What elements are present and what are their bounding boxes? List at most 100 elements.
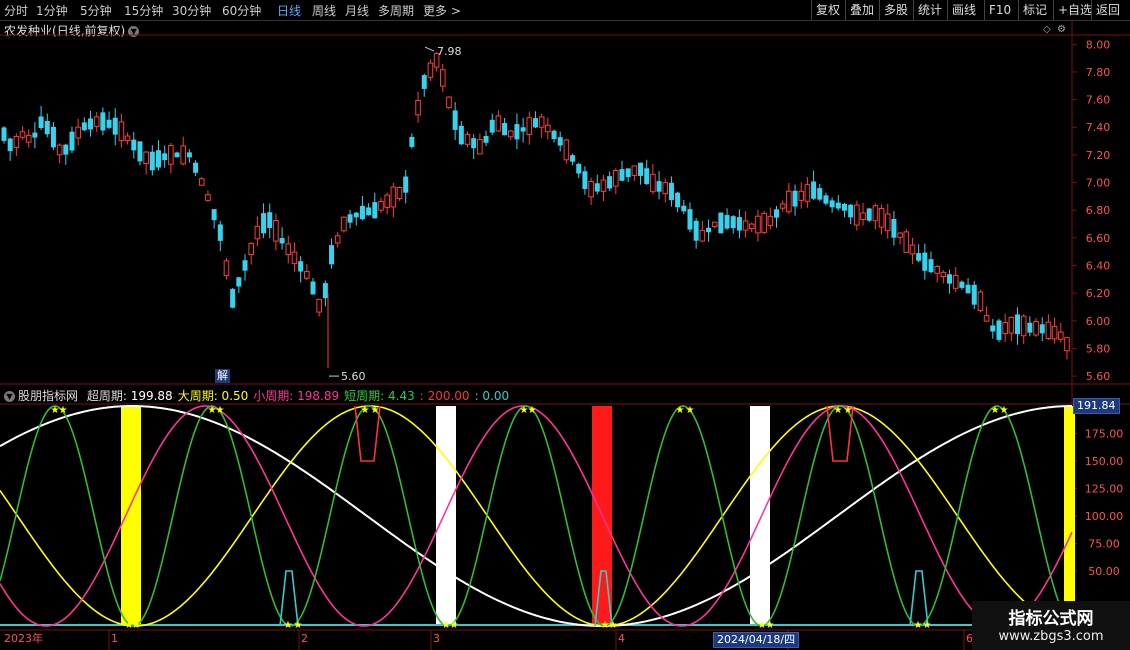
star-icon: ★	[294, 620, 303, 631]
indicator-param-5: : 0.00	[474, 389, 510, 403]
candle-up	[538, 116, 545, 128]
candle-down	[483, 136, 489, 143]
small-cycle-line	[0, 405, 1073, 627]
candle-down	[471, 138, 477, 149]
candle-down	[841, 203, 847, 211]
candle-up	[1057, 331, 1064, 340]
candle-up	[198, 178, 205, 186]
candle-down	[81, 122, 87, 131]
candle-down	[106, 119, 112, 128]
candle-up	[804, 184, 811, 202]
price-tick-label: 5.80	[1086, 342, 1111, 355]
candle-down	[156, 150, 161, 168]
candle-up	[124, 135, 131, 142]
candle-down	[891, 219, 897, 238]
star-icon: ★	[676, 405, 685, 416]
cycle-bar	[750, 406, 770, 626]
candle-up	[1064, 337, 1070, 352]
indicator-tick-label: 175.00	[1085, 428, 1124, 441]
price-tick-label: 5.60	[1086, 370, 1111, 383]
star-icon: ★	[834, 405, 843, 416]
price-and-indicator-chart[interactable]: 8.00 7.80 7.60 7.40 7.20 7.00 6.80 6.60 6.40 6.20…	[0, 0, 1130, 650]
indicator-current-value: 191.84	[1073, 398, 1120, 414]
indicator-param-3: 短周期: 4.43	[344, 389, 415, 403]
candle-up	[285, 243, 292, 256]
candle-down	[310, 281, 316, 295]
candle-down	[959, 281, 965, 288]
candle-down	[1027, 322, 1033, 333]
candle-down	[366, 207, 372, 216]
candle-up	[613, 170, 619, 187]
candle-up	[316, 298, 322, 313]
candle-down	[1, 127, 7, 141]
high-price-label: 7.98	[437, 45, 462, 58]
indicator-tick-label: 100.00	[1085, 510, 1124, 523]
candle-up	[860, 212, 866, 221]
candle-down	[267, 212, 273, 229]
candle-down	[329, 245, 335, 265]
candle-up	[526, 117, 533, 135]
candle-up	[273, 220, 279, 242]
jie-badge[interactable]: 解	[215, 369, 230, 383]
candle-up	[495, 115, 502, 132]
candle-up	[983, 315, 990, 322]
candle-up	[378, 200, 384, 211]
candle-down	[149, 151, 155, 171]
candle-down	[644, 168, 650, 185]
indicator-tick-label: 50.00	[1088, 565, 1120, 578]
candle-down	[50, 126, 56, 148]
watermark: 指标公式网 www.zbgs3.com	[972, 601, 1130, 650]
low-price-label: 5.60	[341, 370, 366, 383]
candle-down	[162, 153, 168, 161]
chevron-down-icon[interactable]: ▼	[4, 391, 15, 402]
indicator-name: 股朋指标网	[18, 389, 79, 403]
candle-up	[711, 221, 718, 227]
short-cycle-line	[0, 405, 1073, 627]
candle-up	[56, 144, 63, 156]
price-tick-label: 7.00	[1086, 177, 1111, 190]
star-icon: ★	[923, 620, 932, 631]
candle-down	[186, 152, 192, 158]
candle-down	[706, 227, 712, 233]
candle-down	[520, 127, 526, 132]
star-icon: ★	[766, 620, 775, 631]
candle-down	[322, 283, 328, 299]
candle-up	[254, 225, 261, 240]
candle-down	[947, 274, 953, 284]
price-tick-label: 7.40	[1086, 121, 1111, 134]
price-tick-label: 6.00	[1086, 315, 1111, 328]
candle-up	[650, 173, 656, 193]
candle-up	[798, 190, 805, 201]
candle-up	[13, 135, 20, 148]
star-icon: ★	[528, 405, 537, 416]
candle-down	[971, 284, 977, 305]
candle-down	[829, 200, 835, 208]
candle-down	[570, 155, 576, 162]
candle-down	[811, 181, 817, 199]
cursor-date-label: 2024/04/18/四	[713, 632, 800, 648]
month-label: 2	[301, 632, 308, 645]
candle-up	[1033, 320, 1039, 336]
star-icon: ★	[284, 620, 293, 631]
candle-down	[916, 253, 922, 261]
candle-up	[748, 223, 755, 229]
candle-up	[952, 275, 959, 289]
candle-down	[582, 171, 588, 189]
indicator-param-4: : 200.00	[419, 389, 470, 403]
candle-down	[409, 136, 415, 147]
star-icon: ★	[686, 405, 695, 416]
candle-up	[477, 139, 483, 155]
candle-down	[242, 260, 248, 271]
star-icon: ★	[216, 405, 225, 416]
super-cycle-line	[0, 405, 1072, 627]
candle-up	[19, 131, 26, 138]
candle-up	[872, 205, 879, 222]
candle-down	[236, 277, 242, 287]
candle-up	[439, 69, 446, 87]
candle-down	[607, 176, 613, 189]
star-icon: ★	[914, 620, 923, 631]
indicator-tick-label: 125.00	[1085, 483, 1124, 496]
candle-up	[897, 232, 903, 238]
price-tick-label: 7.60	[1086, 94, 1111, 107]
star-icon: ★	[371, 405, 380, 416]
